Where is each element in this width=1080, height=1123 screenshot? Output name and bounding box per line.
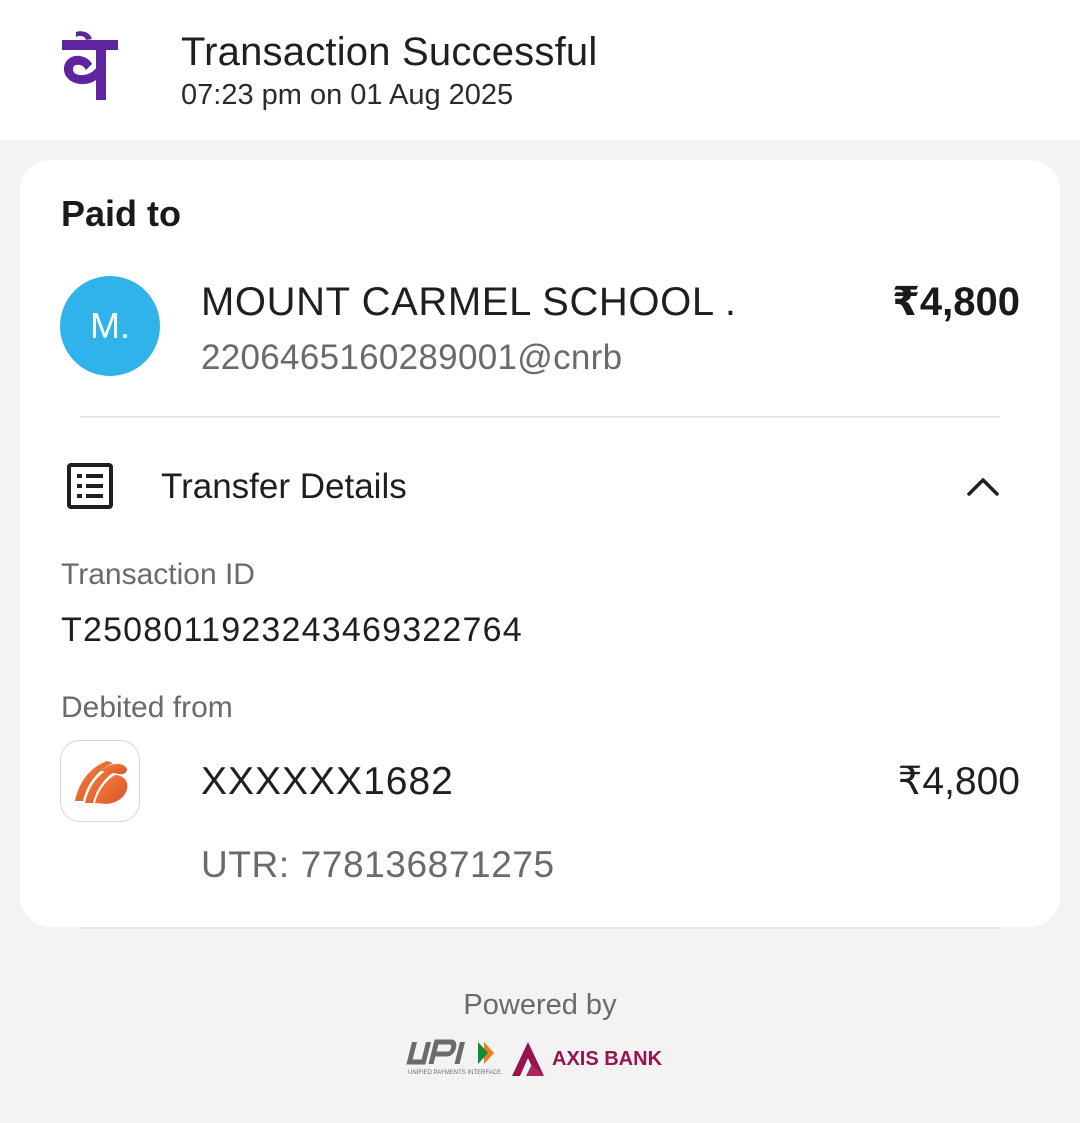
transaction-card: Paid to M. MOUNT CARMEL SCHOOL . 2206465… — [20, 160, 1060, 927]
payee-avatar: M. — [60, 276, 160, 376]
page-title: Transaction Successful — [181, 30, 598, 74]
bank-of-baroda-logo-icon — [60, 740, 140, 822]
debited-amount: ₹4,800 — [897, 760, 1020, 803]
axis-bank-label: AXIS BANK — [552, 1048, 663, 1070]
transaction-timestamp: 07:23 pm on 01 Aug 2025 — [181, 79, 514, 111]
payee-name: MOUNT CARMEL SCHOOL . — [201, 280, 737, 324]
transaction-id-value: T2508011923243469322764 — [61, 611, 523, 649]
paid-amount: ₹4,800 — [892, 280, 1020, 324]
upi-logo-icon: UNIFIED PAYMENTS INTERFACE AXIS BANK — [406, 1039, 663, 1076]
document-list-icon — [67, 463, 113, 509]
chevron-up-icon[interactable] — [966, 470, 1000, 500]
phonepe-logo-icon — [62, 31, 118, 100]
transaction-id-label: Transaction ID — [61, 558, 255, 591]
header: Transaction Successful 07:23 pm on 01 Au… — [0, 0, 1080, 140]
divider — [80, 927, 1000, 929]
upi-tagline: UNIFIED PAYMENTS INTERFACE — [408, 1070, 501, 1076]
transfer-details-toggle[interactable]: Transfer Details — [60, 460, 1020, 520]
divider — [80, 416, 1000, 418]
transfer-details-label: Transfer Details — [161, 467, 407, 506]
debited-account-number: XXXXXX1682 — [201, 760, 454, 803]
partner-logos: UNIFIED PAYMENTS INTERFACE AXIS BANK — [404, 1036, 676, 1080]
utr-number: UTR: 778136871275 — [201, 844, 555, 885]
payee-vpa: 220646516028900​1@cnrb — [201, 338, 623, 377]
paid-to-heading: Paid to — [61, 193, 182, 234]
powered-by-label: Powered by — [463, 989, 617, 1021]
debited-from-label: Debited from — [61, 691, 233, 724]
